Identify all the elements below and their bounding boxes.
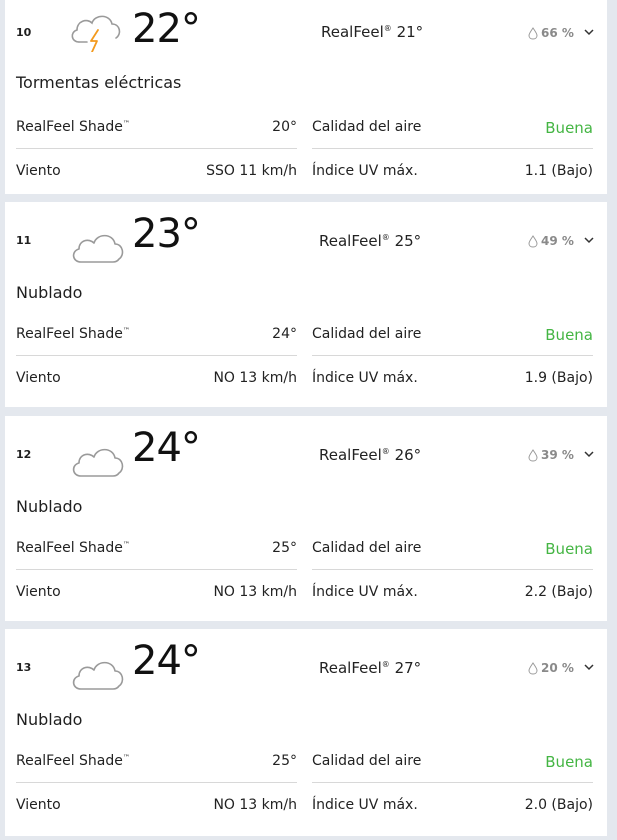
- wind-label: Viento: [16, 163, 61, 179]
- hourly-card-header[interactable]: 13 24° RealFeel® 27° 20 %: [5, 629, 607, 703]
- divider: [312, 782, 593, 783]
- divider: [16, 569, 297, 570]
- cloud-icon: [72, 448, 124, 477]
- raindrop-icon: [528, 26, 538, 40]
- realfeel-shade-label: RealFeel Shade™: [16, 326, 130, 342]
- air-quality-value: Buena: [545, 753, 593, 771]
- uv-index-label: Índice UV máx.: [312, 163, 418, 179]
- uv-index-value: 2.2 (Bajo): [524, 584, 593, 600]
- chevron-down-icon[interactable]: [583, 234, 595, 246]
- air-quality-label: Calidad del aire: [312, 540, 422, 556]
- hourly-card[interactable]: 10 22° RealFeel® 21° 66 % Tormentas eléc…: [5, 0, 607, 194]
- realfeel-shade-label: RealFeel Shade™: [16, 540, 130, 556]
- wind-value: SSO 11 km/h: [206, 163, 297, 179]
- precipitation: 49 %: [528, 234, 574, 248]
- hourly-card[interactable]: 13 24° RealFeel® 27° 20 % Nublado RealFe…: [5, 629, 607, 836]
- realfeel-shade-value: 25°: [272, 540, 297, 556]
- air-quality-value: Buena: [545, 326, 593, 344]
- divider: [16, 148, 297, 149]
- hour-label: 12: [16, 448, 32, 461]
- air-quality-value: Buena: [545, 540, 593, 558]
- air-quality-label: Calidad del aire: [312, 753, 422, 769]
- hourly-card-header[interactable]: 10 22° RealFeel® 21° 66 %: [5, 0, 607, 68]
- weather-phrase: Tormentas eléctricas: [16, 73, 182, 92]
- uv-index-value: 2.0 (Bajo): [524, 797, 593, 813]
- air-quality-label: Calidad del aire: [312, 119, 422, 135]
- thunderstorm-icon: [71, 15, 121, 52]
- precip-value: 39 %: [541, 448, 574, 462]
- hour-label: 11: [16, 234, 32, 247]
- hour-label: 10: [16, 26, 32, 39]
- realfeel-shade-value: 25°: [272, 753, 297, 769]
- realfeel: RealFeel® 21°: [321, 23, 424, 41]
- divider: [312, 148, 593, 149]
- temperature: 22°: [132, 6, 201, 52]
- temperature: 24°: [132, 425, 201, 471]
- precipitation: 20 %: [528, 661, 574, 675]
- hourly-card-header[interactable]: 11 23° RealFeel® 25° 49 %: [5, 202, 607, 276]
- realfeel-shade-label: RealFeel Shade™: [16, 119, 130, 135]
- uv-index-value: 1.9 (Bajo): [524, 370, 593, 386]
- weather-phrase: Nublado: [16, 283, 83, 302]
- hour-label: 13: [16, 661, 32, 674]
- uv-index-label: Índice UV máx.: [312, 797, 418, 813]
- raindrop-icon: [528, 661, 538, 675]
- precipitation: 66 %: [528, 26, 574, 40]
- divider: [312, 569, 593, 570]
- divider: [16, 355, 297, 356]
- cloud-icon: [72, 234, 124, 263]
- realfeel: RealFeel® 27°: [319, 659, 422, 677]
- raindrop-icon: [528, 234, 538, 248]
- uv-index-label: Índice UV máx.: [312, 370, 418, 386]
- wind-label: Viento: [16, 584, 61, 600]
- wind-label: Viento: [16, 797, 61, 813]
- realfeel: RealFeel® 25°: [319, 232, 422, 250]
- chevron-down-icon[interactable]: [583, 661, 595, 673]
- hourly-forecast-list: 10 22° RealFeel® 21° 66 % Tormentas eléc…: [0, 0, 617, 840]
- wind-value: NO 13 km/h: [213, 370, 297, 386]
- weather-phrase: Nublado: [16, 497, 83, 516]
- hourly-card[interactable]: 11 23° RealFeel® 25° 49 % Nublado RealFe…: [5, 202, 607, 407]
- precip-value: 66 %: [541, 26, 574, 40]
- realfeel-shade-label: RealFeel Shade™: [16, 753, 130, 769]
- chevron-down-icon[interactable]: [583, 26, 595, 38]
- wind-value: NO 13 km/h: [213, 584, 297, 600]
- uv-index-label: Índice UV máx.: [312, 584, 418, 600]
- divider: [312, 355, 593, 356]
- realfeel: RealFeel® 26°: [319, 446, 422, 464]
- precip-value: 49 %: [541, 234, 574, 248]
- temperature: 24°: [132, 638, 201, 684]
- raindrop-icon: [528, 448, 538, 462]
- wind-value: NO 13 km/h: [213, 797, 297, 813]
- realfeel-shade-value: 20°: [272, 119, 297, 135]
- precip-value: 20 %: [541, 661, 574, 675]
- temperature: 23°: [132, 211, 201, 257]
- divider: [16, 782, 297, 783]
- hourly-card-header[interactable]: 12 24° RealFeel® 26° 39 %: [5, 416, 607, 490]
- weather-phrase: Nublado: [16, 710, 83, 729]
- cloud-icon: [72, 661, 124, 690]
- realfeel-shade-value: 24°: [272, 326, 297, 342]
- wind-label: Viento: [16, 370, 61, 386]
- air-quality-label: Calidad del aire: [312, 326, 422, 342]
- chevron-down-icon[interactable]: [583, 448, 595, 460]
- precipitation: 39 %: [528, 448, 574, 462]
- hourly-card[interactable]: 12 24° RealFeel® 26° 39 % Nublado RealFe…: [5, 416, 607, 621]
- uv-index-value: 1.1 (Bajo): [524, 163, 593, 179]
- air-quality-value: Buena: [545, 119, 593, 137]
